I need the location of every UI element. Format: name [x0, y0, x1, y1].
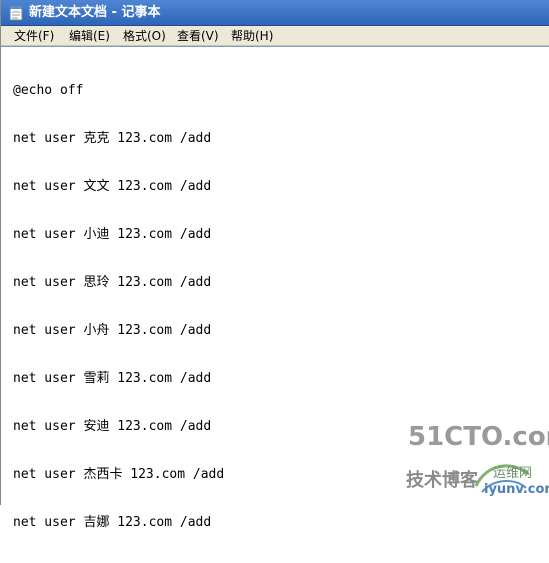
title-bar[interactable]: 新建文本文档 - 记事本	[1, 0, 549, 26]
editor-line: net user 思玲 123.com /add	[13, 275, 212, 290]
editor-line: net user 吉娜 123.com /add	[13, 515, 212, 530]
editor-line: net user 小迪 123.com /add	[13, 227, 212, 242]
menu-view[interactable]: 查看(V)	[177, 28, 219, 44]
menu-file[interactable]: 文件(F)	[14, 28, 54, 44]
notepad-window: 新建文本文档 - 记事本 文件(F) 编辑(E) 格式(O) 查看(V) 帮助(…	[0, 0, 549, 530]
editor-line: net user 小舟 123.com /add	[13, 323, 212, 338]
editor-line: net user 雪莉 123.com /add	[13, 371, 212, 386]
editor-line: net user 克克 123.com /add	[13, 131, 212, 146]
menu-format[interactable]: 格式(O)	[123, 28, 166, 44]
menu-edit[interactable]: 编辑(E)	[69, 28, 110, 44]
watermark-url: iyunv.com	[484, 482, 549, 497]
menu-bar: 文件(F) 编辑(E) 格式(O) 查看(V) 帮助(H)	[1, 26, 549, 46]
watermark-brand: 51CTO.com	[408, 422, 549, 452]
window-title: 新建文本文档 - 记事本	[29, 5, 161, 20]
editor-line: @echo off	[13, 83, 84, 98]
watermark-sub: 运维网	[493, 466, 533, 481]
editor-line: net user 文文 123.com /add	[13, 179, 212, 194]
editor-line: net user 杰西卡 123.com /add	[13, 467, 225, 482]
editor-line: net user 安迪 123.com /add	[13, 419, 212, 434]
editor-content[interactable]: @echo off net user 克克 123.com /add net u…	[13, 51, 224, 563]
notepad-icon	[9, 5, 23, 21]
watermark-tagline: 技术博客	[406, 470, 478, 491]
menu-help[interactable]: 帮助(H)	[231, 28, 273, 44]
watermark: 51CTO.com 技术博客 运维网 iyunv.com	[396, 422, 549, 502]
